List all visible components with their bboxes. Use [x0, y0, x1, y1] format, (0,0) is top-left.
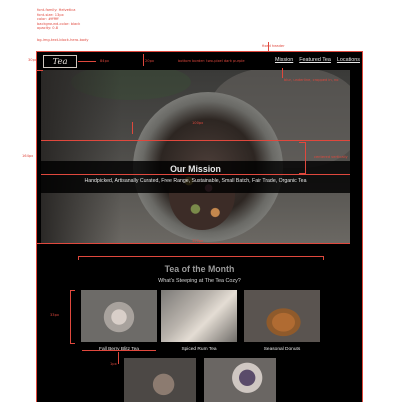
annotation-line — [78, 61, 96, 62]
tea-image-row2[interactable] — [124, 358, 196, 402]
tea-caption: Spiced Rum Tea — [181, 347, 217, 352]
tea-image — [161, 290, 237, 342]
spec-note: opacity: 0.8 — [37, 26, 58, 31]
annotation-bracket — [299, 142, 306, 174]
tea-image — [81, 290, 157, 342]
annotation-320px: 320px — [192, 239, 204, 243]
hero-shade — [41, 70, 121, 244]
tea-card[interactable]: Seasonal Donuts — [244, 290, 320, 352]
annotation-164px: 164px — [22, 154, 34, 158]
tea-image — [244, 290, 320, 342]
annotation-fixed-header: fixed header — [262, 44, 285, 48]
spec-note: font-family: Helvetica — [37, 8, 76, 12]
annotation-30px: 30px — [28, 58, 37, 62]
annotation-line — [41, 243, 350, 244]
mission-text: Handpicked, Artisanally Curated, Free Ra… — [84, 178, 307, 184]
section-subtitle: What's Steeping at The Tea Cozy? — [158, 278, 241, 284]
annotation-20px: 20px — [145, 59, 154, 63]
annotation-33px: 33px — [50, 313, 59, 317]
nav-link-featured-tea[interactable]: Featured Tea — [299, 57, 331, 63]
main-nav: Mission Featured Tea Locations — [275, 57, 360, 63]
tea-card[interactable]: Spiced Rum Tea — [161, 290, 237, 352]
annotation-bracket — [70, 290, 75, 344]
spec-notes: font-family: Helvetica font-size: 13px c… — [37, 8, 80, 31]
annotation-line — [41, 174, 350, 175]
tea-caption: Seasonal Donuts — [263, 347, 301, 352]
annotation-label: 100px — [192, 121, 204, 125]
nav-link-mission[interactable]: Mission — [275, 57, 293, 63]
annotation-line — [41, 140, 350, 141]
tea-card[interactable]: Fall Berry Blitz Tea — [81, 290, 157, 352]
annotation-84px: 84px — [100, 59, 109, 63]
annotation-1px: 1px — [110, 362, 117, 366]
annotation-line — [118, 352, 119, 364]
annotation-line — [82, 350, 156, 351]
annotation-blur-link: blur, underline, cropped in, no — [284, 78, 339, 82]
annotation-line — [143, 54, 144, 66]
annotation-line — [282, 68, 283, 78]
spec-css-class: bg-img-text-block-hero-body — [37, 38, 89, 42]
annotation-bottom-border: bottom border: two-pixel dark purple — [178, 59, 245, 63]
logo[interactable]: Tea Cozy — [43, 55, 77, 79]
annotation-centered-vertically: centered vertically — [314, 155, 348, 159]
tea-image-row2[interactable] — [204, 358, 276, 402]
annotation-line — [132, 122, 133, 134]
nav-link-locations[interactable]: Locations — [337, 57, 360, 63]
annotation-bracket — [36, 70, 43, 244]
annotation-bracket — [78, 256, 324, 260]
section-title: Tea of the Month — [164, 264, 235, 274]
